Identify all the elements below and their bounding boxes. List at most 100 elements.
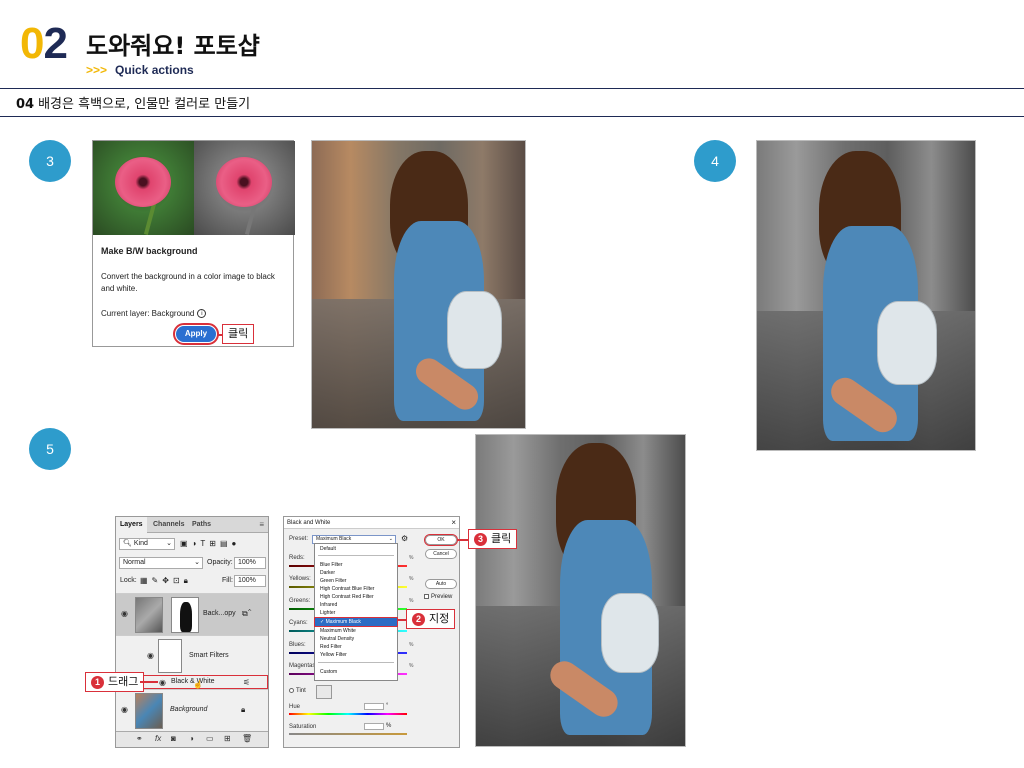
lock-icons[interactable]: ▦✎✥⊡🔒︎: [140, 576, 192, 586]
tint-checkbox[interactable]: Tint: [289, 688, 306, 694]
lock-icon[interactable]: 🔒︎: [241, 705, 245, 715]
new-group-icon[interactable]: ▭: [206, 734, 214, 743]
slider-label-reds: Reds:: [289, 555, 305, 561]
info-icon[interactable]: i: [197, 309, 207, 319]
link-layers-icon[interactable]: ⚭: [136, 734, 143, 743]
ok-button[interactable]: OK: [424, 534, 458, 546]
preset-options-icon[interactable]: ⚙: [401, 534, 408, 543]
fill-value: 100%: [238, 577, 256, 584]
callout-number-2: 2: [412, 612, 425, 626]
ok-callout-text: 클릭: [491, 532, 512, 545]
close-icon[interactable]: ×: [451, 517, 456, 529]
fx-icon[interactable]: fx: [155, 734, 161, 743]
drag-hand-icon: ☝: [193, 680, 203, 689]
step-badge-4: 4: [694, 140, 736, 182]
divider-bottom: [0, 116, 1024, 117]
fill-field[interactable]: 100%: [234, 575, 266, 587]
lock-label: Lock:: [120, 577, 137, 584]
preset-option[interactable]: Neutral Density: [315, 635, 397, 643]
preset-option[interactable]: Green Filter: [315, 577, 397, 585]
dropdown-separator: [318, 662, 394, 663]
apply-button[interactable]: Apply: [173, 323, 219, 345]
layer-row-background-copy[interactable]: ◉ Back...opy ⧉⌃: [116, 593, 268, 635]
current-layer-text: Current layer: Background: [101, 309, 195, 318]
saturation-slider[interactable]: [289, 733, 407, 735]
preset-option[interactable]: Blue Filter: [315, 561, 397, 569]
chapter-number-second: 2: [43, 19, 68, 68]
saturation-field[interactable]: [364, 723, 384, 730]
chapter-title: 도와줘요! 포토샵: [86, 32, 260, 60]
dialog-title: Black and White: [287, 520, 331, 526]
preset-option[interactable]: Custom: [315, 668, 397, 676]
tint-color-swatch[interactable]: [316, 685, 332, 699]
preset-option[interactable]: Darker: [315, 569, 397, 577]
degree-sign: °: [386, 703, 389, 709]
layers-tab-bar: Layers Channels Paths ≡: [116, 517, 268, 533]
backpack: [877, 301, 937, 385]
original-color-photo: [311, 140, 526, 429]
visibility-eye-icon[interactable]: ◉: [147, 651, 154, 660]
blend-mode-value: Normal: [123, 559, 146, 566]
layer-row-background[interactable]: ◉ Background 🔒︎: [116, 689, 268, 729]
section-title: 04 배경은 흑백으로, 인물만 컬러로 만들기: [16, 93, 250, 112]
layer-mask-thumbnail: [171, 597, 199, 633]
layer-name-background-copy: Back...opy: [203, 610, 236, 617]
preview-checkbox[interactable]: Preview: [424, 594, 452, 600]
filter-type-icons[interactable]: ▣◑T⊞▤●: [180, 539, 240, 548]
visibility-eye-icon[interactable]: ◉: [121, 609, 128, 618]
apply-callout: 클릭: [222, 324, 255, 344]
preset-option[interactable]: High Contrast Blue Filter: [315, 585, 397, 593]
section-number: 04: [16, 97, 35, 112]
filter-options-icon[interactable]: ⚟: [243, 678, 250, 687]
quick-action-card: Make B/W background Convert the backgrou…: [92, 140, 295, 347]
percent-sign: %: [409, 642, 414, 648]
preset-value: Maximum Black: [316, 536, 352, 542]
checkbox-icon: [424, 594, 429, 599]
chapter-subtitle: >>> Quick actions: [86, 63, 194, 77]
preset-option[interactable]: Infrared: [315, 601, 397, 609]
preset-option[interactable]: High Contrast Red Filter: [315, 593, 397, 601]
subtitle-arrows: >>>: [86, 63, 108, 77]
hue-field[interactable]: [364, 703, 384, 710]
flower-stem: [143, 203, 157, 235]
layer-thumbnail: [135, 597, 163, 633]
percent-sign: %: [386, 723, 392, 729]
layer-row-smart-filters[interactable]: ◉ Smart Filters: [116, 635, 268, 675]
panel-menu-icon[interactable]: ≡: [259, 520, 264, 529]
auto-button[interactable]: Auto: [425, 579, 457, 589]
tab-channels[interactable]: Channels: [149, 517, 189, 533]
preset-option[interactable]: Red Filter: [315, 643, 397, 651]
quick-action-heading: Make B/W background: [101, 246, 198, 256]
ok-callout: 3 클릭: [468, 529, 518, 549]
visibility-eye-icon[interactable]: ◉: [159, 678, 166, 687]
drag-callout: 1 드래그: [85, 672, 145, 692]
slider-label-magentas: Magentas:: [289, 663, 318, 669]
tab-paths[interactable]: Paths: [188, 517, 215, 533]
adjustment-layer-icon[interactable]: ◑: [189, 734, 194, 743]
visibility-eye-icon[interactable]: ◉: [121, 705, 128, 714]
fill-label: Fill:: [222, 577, 233, 584]
checkbox-icon: [289, 688, 294, 693]
hue-slider[interactable]: [289, 713, 407, 715]
subtitle-text: Quick actions: [115, 63, 194, 77]
preset-option[interactable]: Yellow Filter: [315, 651, 397, 659]
tab-layers[interactable]: Layers: [116, 517, 147, 533]
kind-filter-select[interactable]: 🔍︎ Kind ⌄: [119, 538, 175, 550]
trash-icon[interactable]: 🗑︎: [242, 734, 252, 743]
divider-top: [0, 88, 1024, 89]
preset-option[interactable]: Lighter: [315, 609, 397, 617]
percent-sign: %: [409, 576, 414, 582]
preset-option-selected[interactable]: ✓ Maximum Black: [314, 617, 398, 627]
blend-mode-select[interactable]: Normal ⌄: [119, 557, 203, 569]
opacity-field[interactable]: 100%: [234, 557, 266, 569]
smart-object-icon: ⧉⌃: [242, 609, 252, 618]
preset-option[interactable]: Maximum White: [315, 627, 397, 635]
cancel-button[interactable]: Cancel: [425, 549, 457, 559]
new-layer-icon[interactable]: ⊞: [224, 734, 231, 743]
preset-option[interactable]: Default: [315, 545, 397, 553]
preset-label: Preset:: [289, 536, 309, 542]
flower-image-color-subject: [216, 157, 272, 207]
layer-name-background: Background: [170, 706, 208, 713]
preset-callout-text: 지정: [429, 612, 450, 625]
add-mask-icon[interactable]: ◙: [171, 734, 176, 743]
